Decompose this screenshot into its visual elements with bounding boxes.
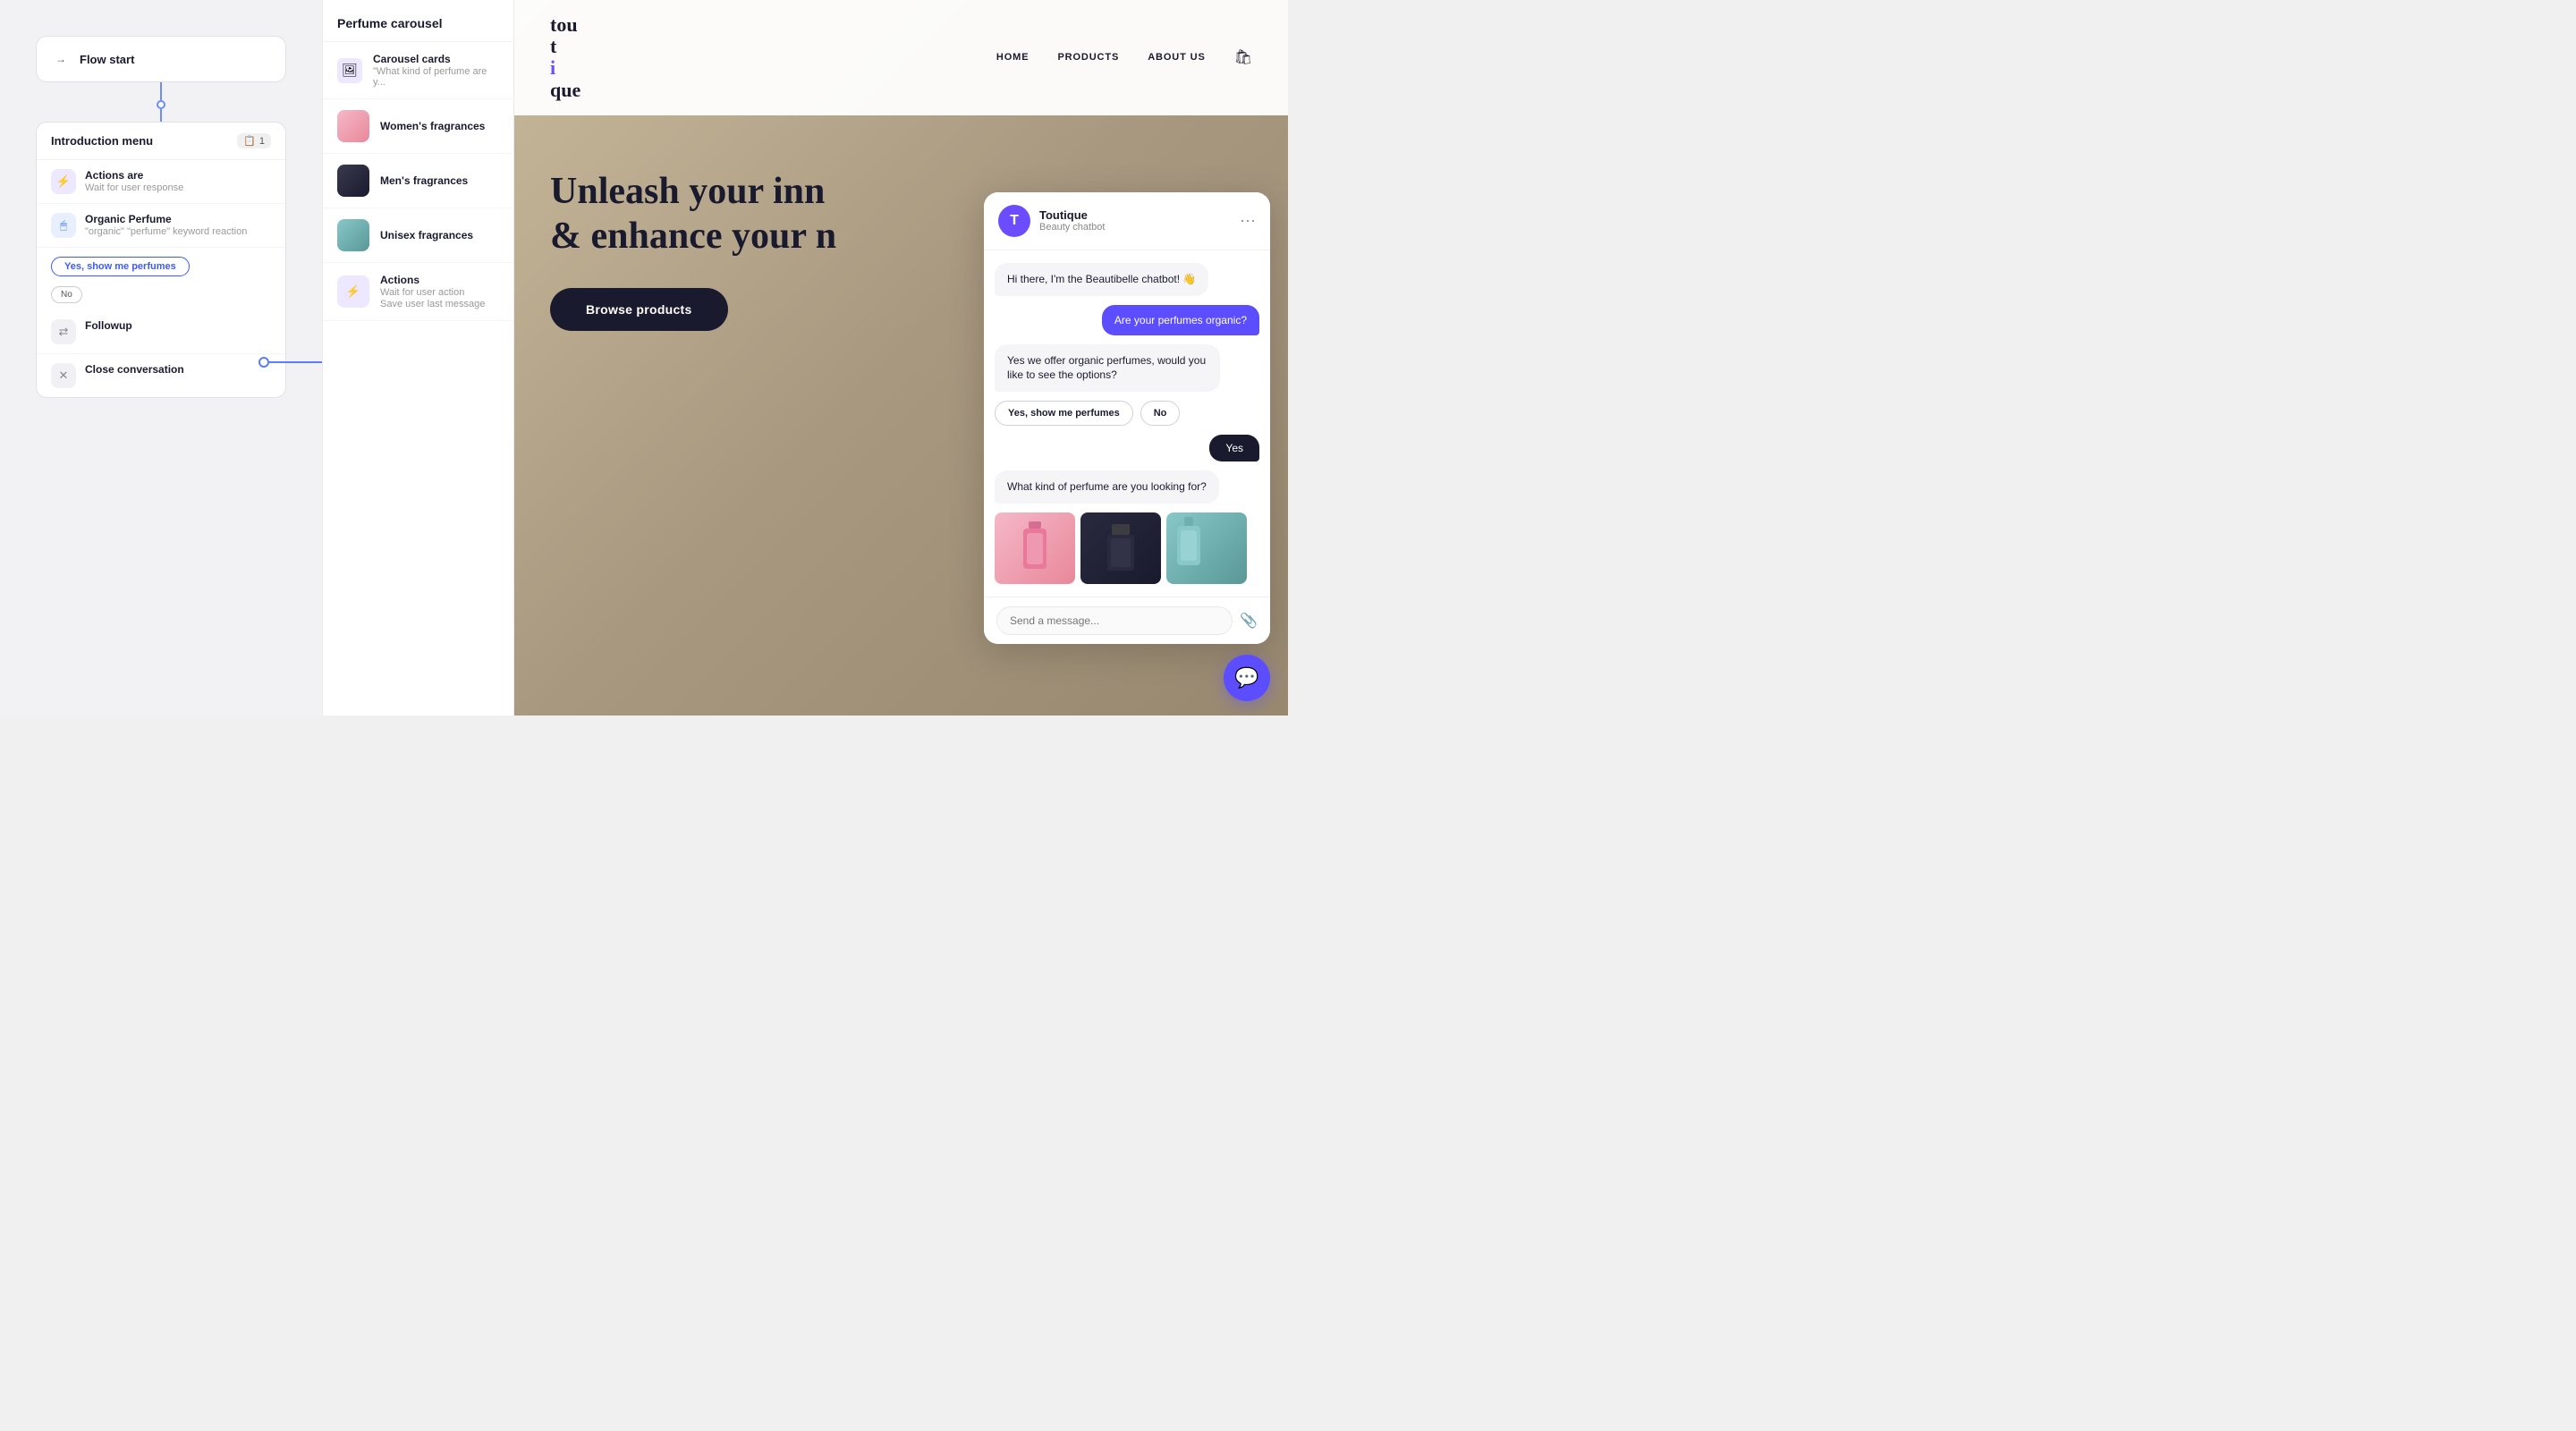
logo-dot: i bbox=[550, 57, 580, 79]
chat-avatar: T bbox=[998, 205, 1030, 237]
flow-builder-panel: → Flow start Introduction menu 📋 1 ⚡ Act… bbox=[0, 0, 322, 716]
intro-menu-badge: 📋 1 bbox=[237, 133, 271, 148]
chat-product-images bbox=[995, 512, 1259, 584]
bot-message-3: What kind of perfume are you looking for… bbox=[995, 470, 1219, 504]
womens-fragrances-item[interactable]: Women's fragrances bbox=[323, 99, 513, 154]
chat-message-input[interactable] bbox=[996, 606, 1233, 635]
men-perfume-image bbox=[1080, 512, 1161, 584]
site-hero-title: Unleash your inn& enhance your n bbox=[550, 169, 890, 259]
actions-icon: ⚡ bbox=[337, 275, 369, 308]
chat-input-area: 📎 bbox=[984, 597, 1270, 644]
followup-title: Followup bbox=[85, 319, 132, 332]
unisex-thumb bbox=[337, 219, 369, 251]
attachment-icon[interactable]: 📎 bbox=[1240, 612, 1258, 630]
followup-icon: ⇄ bbox=[51, 319, 76, 344]
intro-menu-header: Introduction menu 📋 1 bbox=[37, 123, 285, 160]
close-conversation-title: Close conversation bbox=[85, 363, 184, 376]
unisex-label: Unisex fragrances bbox=[380, 229, 473, 241]
carousel-cards-text: Carousel cards "What kind of perfume are… bbox=[373, 53, 499, 88]
unisex-perfume-image bbox=[1166, 512, 1247, 584]
bot-message-2: Yes we offer organic perfumes, would you… bbox=[995, 344, 1220, 393]
unisex-text: Unisex fragrances bbox=[380, 229, 473, 241]
nav-products[interactable]: PRODUCTS bbox=[1057, 52, 1119, 63]
organic-perfume-title: Organic Perfume bbox=[85, 213, 247, 225]
unisex-fragrances-item[interactable]: Unisex fragrances bbox=[323, 208, 513, 263]
chatbot-name: Toutique bbox=[1039, 208, 1105, 222]
mens-label: Men's fragrances bbox=[380, 174, 468, 187]
browse-products-button[interactable]: Browse products bbox=[550, 288, 728, 331]
connector-dot-1 bbox=[157, 100, 165, 109]
organic-perfume-subtitle: "organic" "perfume" keyword reaction bbox=[85, 226, 247, 237]
website-preview-panel: tou tique HOME PRODUCTS ABOUT US 🛍 Unlea… bbox=[514, 0, 1288, 716]
nav-about-us[interactable]: ABOUT US bbox=[1148, 52, 1205, 63]
avatar-letter: T bbox=[1010, 213, 1019, 229]
carousel-title: Perfume carousel bbox=[337, 16, 443, 30]
chat-buttons: Yes, show me perfumes No bbox=[995, 401, 1259, 426]
chat-menu-button[interactable]: ··· bbox=[1240, 211, 1256, 230]
bot-message-1: Hi there, I'm the Beautibelle chatbot! 👋 bbox=[995, 263, 1208, 296]
actions-are-title: Actions are bbox=[85, 169, 183, 182]
carousel-header: Perfume carousel bbox=[323, 0, 513, 42]
chat-body: Hi there, I'm the Beautibelle chatbot! 👋… bbox=[984, 250, 1270, 597]
logo-line1: tou bbox=[550, 14, 580, 36]
organic-perfume-item[interactable]: 🖱 Organic Perfume "organic" "perfume" ke… bbox=[37, 204, 285, 248]
intro-menu-title: Introduction menu bbox=[51, 134, 153, 148]
flow-start-card[interactable]: → Flow start bbox=[36, 36, 286, 82]
organic-perfume-text: Organic Perfume "organic" "perfume" keyw… bbox=[85, 213, 247, 237]
mens-fragrances-item[interactable]: Men's fragrances bbox=[323, 154, 513, 208]
actions-sublabel: Wait for user action bbox=[380, 287, 485, 298]
no-chat-button[interactable]: No bbox=[1140, 401, 1181, 426]
women-perfume-image bbox=[995, 512, 1075, 584]
close-conversation-text: Close conversation bbox=[85, 363, 184, 376]
site-nav: tou tique HOME PRODUCTS ABOUT US 🛍 bbox=[514, 0, 1288, 115]
carousel-cards-label: Carousel cards bbox=[373, 53, 499, 65]
no-button[interactable]: No bbox=[51, 286, 82, 303]
site-logo: tou tique bbox=[550, 14, 580, 101]
flow-start-label: Flow start bbox=[80, 53, 134, 66]
yes-show-perfumes-button[interactable]: Yes, show me perfumes bbox=[51, 257, 190, 276]
user-message-2: Yes bbox=[1209, 435, 1259, 461]
actions-label: Actions bbox=[380, 274, 485, 286]
actions-sublabel-2: Save user last message bbox=[380, 299, 485, 309]
mens-thumb bbox=[337, 165, 369, 197]
site-nav-links: HOME PRODUCTS ABOUT US 🛍 bbox=[996, 48, 1252, 66]
arrow-right-icon: → bbox=[51, 49, 71, 69]
nav-home[interactable]: HOME bbox=[996, 52, 1030, 63]
cursor-icon: 🖱 bbox=[51, 213, 76, 238]
actions-are-item[interactable]: ⚡ Actions are Wait for user response bbox=[37, 160, 285, 204]
actions-item[interactable]: ⚡ Actions Wait for user action Save user… bbox=[323, 263, 513, 321]
user-message-1: Are your perfumes organic? bbox=[1102, 305, 1259, 335]
followup-item[interactable]: ⇄ Followup bbox=[37, 310, 285, 354]
close-conv-icon: ✕ bbox=[51, 363, 76, 388]
chat-widget: T Toutique Beauty chatbot ··· Hi there, … bbox=[984, 192, 1270, 644]
intro-menu-card[interactable]: Introduction menu 📋 1 ⚡ Actions are Wait… bbox=[36, 122, 286, 398]
logo-line2: tique bbox=[550, 36, 580, 101]
carousel-cards-sublabel: "What kind of perfume are y... bbox=[373, 66, 499, 88]
lightning-icon: ⚡ bbox=[51, 169, 76, 194]
womens-label: Women's fragrances bbox=[380, 120, 485, 132]
actions-are-subtitle: Wait for user response bbox=[85, 182, 183, 193]
followup-text: Followup bbox=[85, 319, 132, 332]
close-conversation-item[interactable]: ✕ Close conversation bbox=[37, 354, 285, 397]
actions-text: Actions Wait for user action Save user l… bbox=[380, 274, 485, 309]
cart-icon[interactable]: 🛍 bbox=[1234, 48, 1252, 66]
carousel-panel: Perfume carousel 🖼 Carousel cards "What … bbox=[322, 0, 514, 716]
womens-text: Women's fragrances bbox=[380, 120, 485, 132]
carousel-cards-item[interactable]: 🖼 Carousel cards "What kind of perfume a… bbox=[323, 42, 513, 99]
chat-header-info: Toutique Beauty chatbot bbox=[1039, 208, 1105, 233]
yes-show-perfumes-chat-button[interactable]: Yes, show me perfumes bbox=[995, 401, 1133, 426]
chatbot-subtitle: Beauty chatbot bbox=[1039, 222, 1105, 233]
carousel-cards-icon: 🖼 bbox=[337, 58, 362, 83]
womens-thumb bbox=[337, 110, 369, 142]
actions-are-text: Actions are Wait for user response bbox=[85, 169, 183, 193]
mens-text: Men's fragrances bbox=[380, 174, 468, 187]
chat-header: T Toutique Beauty chatbot ··· bbox=[984, 192, 1270, 250]
chat-launcher-button[interactable]: 💬 bbox=[1224, 655, 1270, 701]
